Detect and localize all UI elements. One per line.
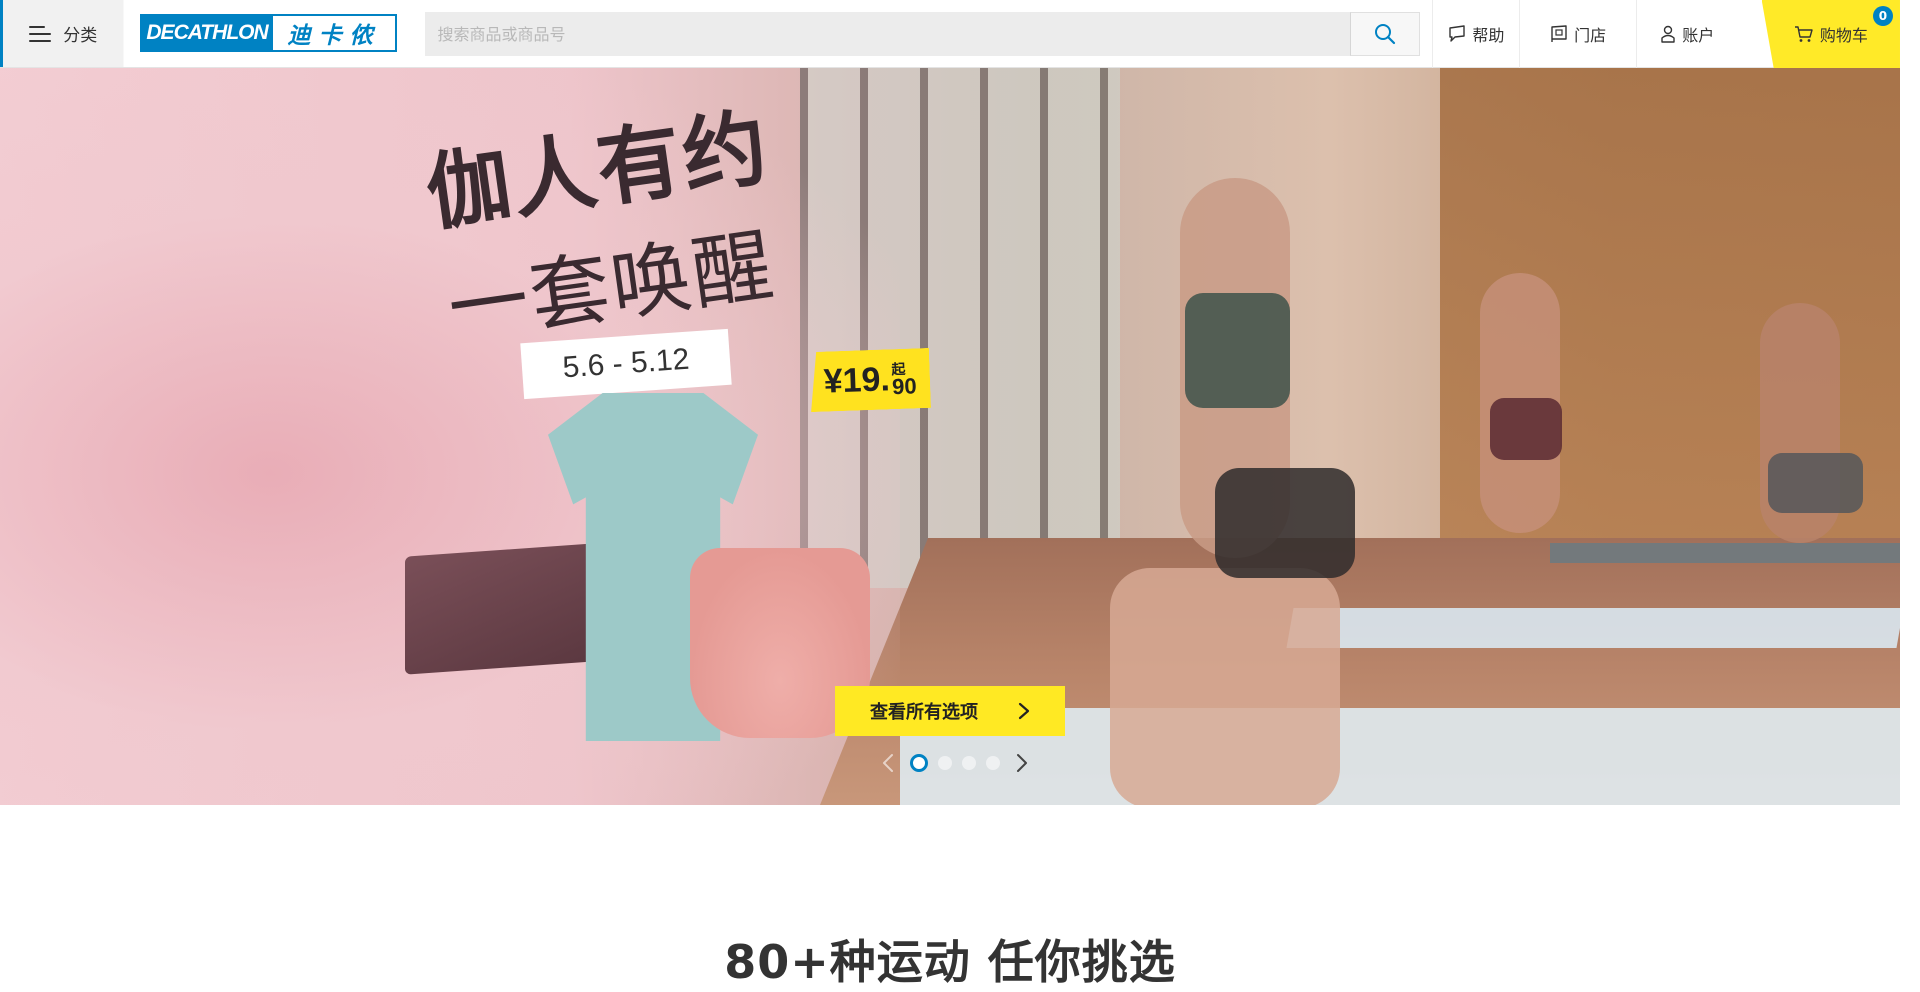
chevron-left-icon — [883, 754, 893, 772]
chevron-right-icon — [1017, 754, 1027, 772]
nav-store-label: 门店 — [1574, 26, 1607, 45]
hamburger-icon — [29, 25, 52, 42]
view-all-options-button[interactable]: 查看所有选项 — [835, 686, 1065, 736]
cta-label: 查看所有选项 — [870, 702, 978, 723]
page-scrollbar[interactable] — [1900, 0, 1920, 960]
price-tag: ¥19. 起 90 — [809, 348, 931, 412]
search-bar — [425, 12, 1421, 56]
search-button[interactable] — [1350, 12, 1421, 56]
nav-help-link[interactable]: 帮助 — [1432, 0, 1519, 68]
decathlon-logo[interactable]: DECATHLON 迪卡侬 — [139, 14, 398, 52]
nav-cart-label: 购物车 — [1819, 26, 1868, 45]
yoga-block-product — [405, 543, 595, 675]
carousel-prev-button[interactable] — [876, 751, 900, 775]
chevron-right-icon — [1018, 702, 1030, 720]
sports-section-title: 80+种运动 任你挑选 — [724, 935, 1176, 989]
carousel-dot-2[interactable] — [938, 756, 952, 770]
carousel-controls — [876, 751, 1034, 775]
search-input[interactable] — [425, 12, 1351, 56]
athlete-shorts — [1215, 468, 1355, 578]
carousel-dot-4[interactable] — [986, 756, 1000, 770]
help-chat-icon — [1449, 25, 1466, 42]
cart-icon — [1794, 26, 1813, 42]
nav-account-label: 账户 — [1682, 26, 1715, 45]
yoga-mat — [1286, 608, 1900, 648]
logo-text-en: DECATHLON — [146, 21, 268, 44]
logo-text-cn: 迪卡侬 — [272, 16, 396, 50]
price-cents: 90 — [891, 373, 917, 400]
athlete-legs — [1110, 568, 1340, 805]
carousel-dot-1[interactable] — [910, 754, 928, 772]
category-menu-label: 分类 — [63, 26, 98, 46]
hero-banner[interactable]: 伽人有约 一套唤醒 5.6 - 5.12 ¥19. 起 90 查看所有选项 — [0, 68, 1900, 805]
site-header: 分类 DECATHLON 迪卡侬 帮助 门店 账户 — [0, 0, 1900, 68]
nav-help-label: 帮助 — [1472, 26, 1505, 45]
yoga-mat — [1550, 543, 1900, 563]
category-menu-button[interactable]: 分类 — [0, 0, 124, 67]
carousel-dot-3[interactable] — [962, 756, 976, 770]
athlete-top — [1185, 293, 1290, 408]
store-icon — [1551, 25, 1567, 42]
carousel-next-button[interactable] — [1010, 751, 1034, 775]
user-icon — [1661, 25, 1675, 43]
athlete-shorts — [1768, 453, 1863, 513]
search-icon — [1375, 24, 1396, 45]
nav-cart-link[interactable]: 购物车 0 — [1761, 0, 1900, 68]
athlete-top — [1490, 398, 1562, 460]
cart-count-badge: 0 — [1872, 6, 1893, 26]
nav-account-link[interactable]: 账户 — [1635, 0, 1738, 68]
price-main: ¥19. — [823, 359, 891, 401]
nav-store-link[interactable]: 门店 — [1519, 0, 1636, 68]
